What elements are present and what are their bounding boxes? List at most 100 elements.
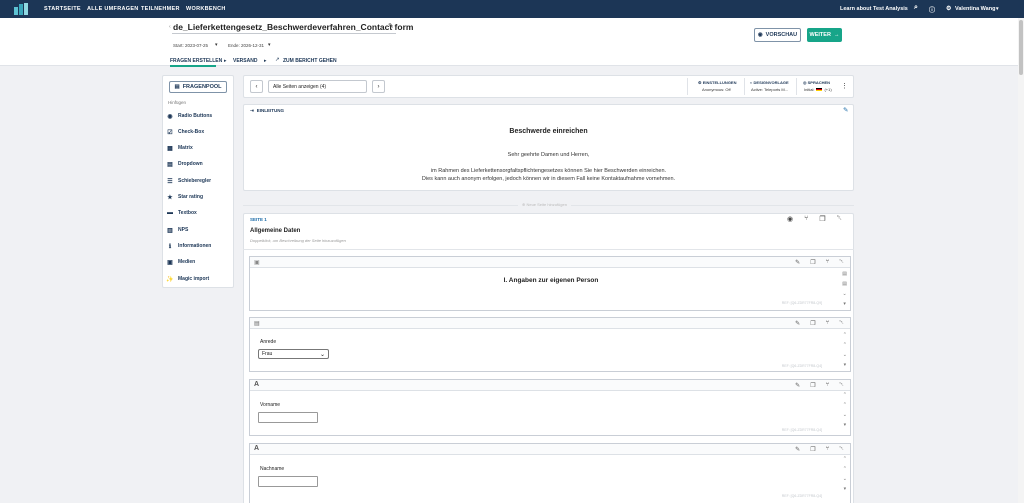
double-chevron-down-icon[interactable]: ▾ [844,362,847,368]
search-icon[interactable]: ⌕ [914,4,918,12]
start-date-chevron-icon[interactable]: ▾ [215,42,218,48]
copy-icon[interactable]: ❐ [810,382,815,389]
dropdown-icon: ▤ [167,161,173,168]
sidebar-item-schieberegler[interactable]: ☰ Schieberegler [167,178,211,185]
question-card-nachname[interactable]: A ✎ ❐ ⑂ ␡ Nachname ⌃ ⌃ ⌄ ▾ REF: [Q6-ZDR7… [249,443,851,503]
edit-icon[interactable]: ✎ [795,446,800,453]
prev-page-button[interactable]: ‹ [250,80,263,93]
copy-small-icon[interactable]: ▤ [842,281,847,287]
start-date[interactable]: Start: 2023-07-25 [173,43,208,48]
chevron-up-icon[interactable]: ⌃ [843,342,847,348]
learn-link[interactable]: Learn about Test Analysis [840,6,908,12]
trash-icon[interactable]: ␡ [839,320,844,327]
design-control[interactable]: ◐ DESIGNVORLAGE [750,80,789,85]
vorname-input[interactable] [258,412,318,423]
chevron-up-icon[interactable]: ⌃ [843,456,847,462]
end-date-chevron-icon[interactable]: ▾ [268,42,271,48]
eye-icon[interactable]: ◉ [787,215,793,223]
more-options-icon[interactable]: ⋮ [841,82,848,90]
next-button[interactable]: WEITER → [807,28,842,42]
copy-icon[interactable]: ❐ [810,446,815,453]
chevron-down-icon[interactable]: ⌄ [843,412,847,418]
sidebar-item-check-box[interactable]: ☑ Check-Box [167,129,204,136]
copy-small-icon[interactable]: ▤ [842,271,847,277]
chevron-down-icon[interactable]: ⌄ [843,476,847,482]
question-card-anrede[interactable]: ▤ ✎ ❐ ⑂ ␡ Anrede Frau ⌄ ⌃ ⌃ ⌄ ▾ REF: [Q6… [249,317,851,372]
help-icon[interactable]: ⓘ [929,5,935,14]
page-1-label: SEITE 1 [250,217,267,222]
settings-control[interactable]: ⚙ EINSTELLUNGEN [698,80,736,85]
question-side-controls: ▤ ▤ ⌄ ▾ [842,271,847,307]
anrede-select[interactable]: Frau ⌄ [258,349,329,359]
branch-icon[interactable]: ⑂ [826,259,830,266]
question-ref: REF: [Q6-ZDR77FR8-Q4] [781,364,822,368]
nav-teilnehmer[interactable]: TEILNEHMER [141,6,180,12]
nav-workbench[interactable]: WORKBENCH [186,6,226,12]
back-arrow-icon[interactable]: ‹ [169,24,171,30]
question-card-vorname[interactable]: A ✎ ❐ ⑂ ␡ Vorname ⌃ ⌃ ⌄ ▾ REF: [Q6-ZDR77… [249,379,851,436]
app-logo-icon[interactable] [14,3,28,15]
sidebar-item-star-rating[interactable]: ★ Star rating [167,194,203,201]
languages-control[interactable]: ◎ SPRACHEN [803,80,830,85]
fragenpool-button[interactable]: ▤ FRAGENPOOL [169,81,227,93]
edit-icon[interactable]: ✎ [795,320,800,327]
copy-icon[interactable]: ❐ [810,259,815,266]
chevron-down-icon[interactable]: ▾ [996,6,999,12]
double-chevron-down-icon[interactable]: ▾ [844,422,847,428]
sidebar-item-informationen[interactable]: ℹ Informationen [167,243,211,250]
nav-alle-umfragen[interactable]: ALLE UMFRAGEN [87,6,139,12]
chevron-up-icon[interactable]: ⌃ [843,392,847,398]
branch-icon[interactable]: ⑂ [826,320,830,327]
branch-icon[interactable]: ⑂ [804,215,808,223]
chevron-down-icon[interactable]: ⌄ [843,291,847,297]
preview-button[interactable]: ◉ VORSCHAU [754,28,801,42]
gear-icon[interactable]: ⚙ [946,5,951,12]
question-ref: REF: [Q6-ZDR77FR8-Q4] [781,428,822,432]
trash-icon[interactable]: ␡ [839,382,844,389]
nachname-input[interactable] [258,476,318,487]
question-card-info[interactable]: ▣ ✎ ❐ ⑂ ␡ I. Angaben zur eigenen Person … [249,256,851,311]
intro-line-2: Dies kann auch anonym erfolgen, jedoch k… [421,176,676,182]
survey-title[interactable]: de_Lieferkettengesetz_Beschwerdeverfahre… [173,22,413,32]
scrollbar-thumb[interactable] [1019,20,1023,75]
sidebar-item-nps[interactable]: ▥ NPS [167,227,188,234]
page-1-description-hint[interactable]: Doppelklick, um Beschreibung der Seite h… [250,238,346,243]
tab-fragen-erstellen[interactable]: FRAGEN ERSTELLEN [170,58,222,64]
sidebar-item-medien[interactable]: ▣ Medien [167,259,195,266]
sidebar-item-matrix[interactable]: ▦ Matrix [167,145,193,152]
tab-versand[interactable]: VERSAND [233,58,257,64]
edit-icon[interactable]: ✎ [843,106,848,114]
page-1-title[interactable]: Allgemeine Daten [250,228,300,234]
chevron-down-icon[interactable]: ⌄ [843,352,847,358]
edit-icon[interactable]: ✎ [795,259,800,266]
copy-icon[interactable]: ❐ [819,215,825,223]
tab-zum-bericht-gehen[interactable]: ZUM BERICHT GEHEN [283,58,337,64]
chevron-up-icon[interactable]: ⌃ [843,402,847,408]
nav-startseite[interactable]: STARTSEITE [44,6,81,12]
sidebar-item-magic-import[interactable]: ✨ Magic import [166,276,209,283]
chevron-up-icon[interactable]: ⌃ [843,332,847,338]
edit-icon[interactable]: ✎ [795,382,800,389]
copy-icon[interactable]: ❐ [810,320,815,327]
trash-icon[interactable]: ␡ [839,259,844,266]
sidebar-item-radio-buttons[interactable]: ◉ Radio Buttons [167,113,212,120]
trash-icon[interactable]: ␡ [837,215,843,223]
branch-icon[interactable]: ⑂ [826,446,830,453]
page-scrollbar[interactable] [1018,18,1024,503]
user-name[interactable]: Valentina Wang [955,6,995,12]
double-chevron-down-icon[interactable]: ▾ [844,486,847,492]
languages-value: Initial: (+1) [804,87,832,92]
question-title: I. Angaben zur eigenen Person [503,277,599,284]
branch-icon[interactable]: ⑂ [826,382,830,389]
trash-icon[interactable]: ␡ [839,446,844,453]
question-actions: ✎ ❐ ⑂ ␡ [795,320,844,327]
edit-pencil-icon[interactable]: ✎ [388,22,394,30]
sidebar-item-textbox[interactable]: ▬ Textbox [167,210,197,216]
sidebar-item-dropdown[interactable]: ▤ Dropdown [167,161,203,168]
page-selector[interactable]: Alle Seiten anzeigen (4) [268,80,367,93]
next-page-button[interactable]: › [372,80,385,93]
chevron-up-icon[interactable]: ⌃ [843,466,847,472]
double-chevron-down-icon[interactable]: ▾ [843,301,846,307]
add-page-button[interactable]: ⊕ Neue Seite hinzufügen [518,202,571,207]
end-date[interactable]: Ende: 2026-12-31 [228,43,264,48]
